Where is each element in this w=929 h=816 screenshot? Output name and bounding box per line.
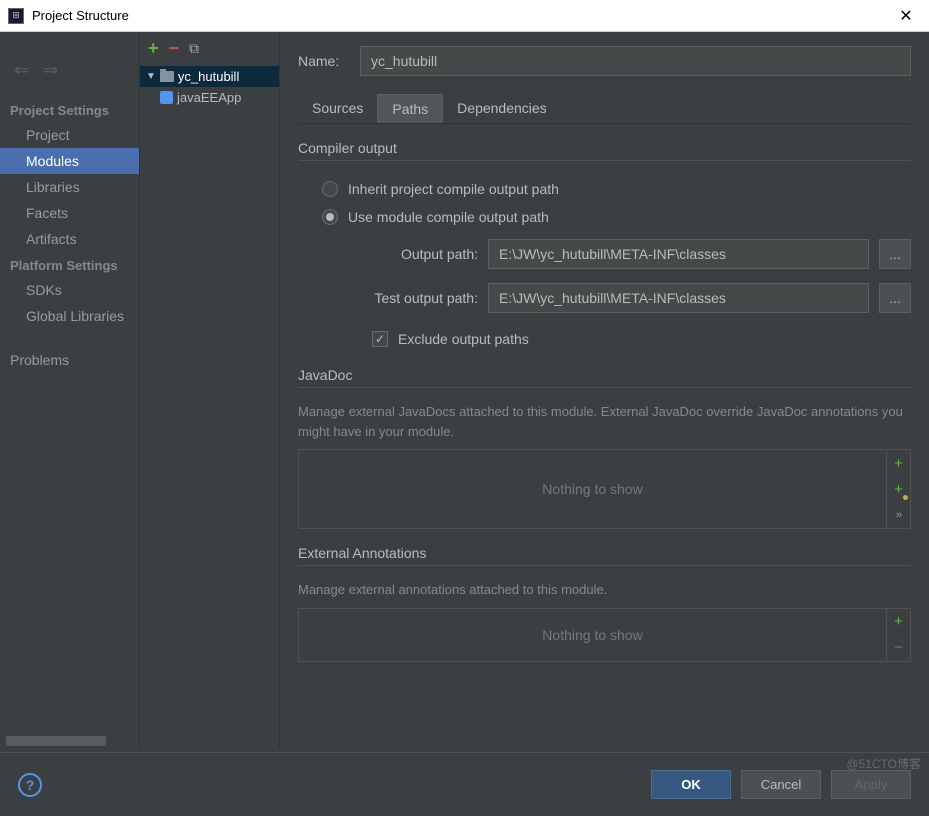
ok-button[interactable]: OK [651, 770, 731, 799]
annotations-remove-icon[interactable]: − [887, 635, 910, 661]
section-project-settings: Project Settings [0, 97, 139, 122]
window-title: Project Structure [32, 8, 891, 23]
name-label: Name: [298, 53, 346, 69]
horizontal-scrollbar[interactable] [6, 736, 106, 746]
compiler-output-header: Compiler output [298, 140, 911, 156]
annotations-add-icon[interactable]: + [887, 609, 910, 635]
javadoc-list: Nothing to show + + ›› [298, 449, 911, 529]
output-path-input[interactable] [488, 239, 869, 269]
tree-module-root[interactable]: ▼ yc_hutubill [140, 66, 279, 87]
exclude-output-label: Exclude output paths [398, 331, 529, 347]
radio-inherit[interactable] [322, 181, 338, 197]
browse-test-output-button[interactable]: ... [879, 283, 911, 313]
radio-use-module[interactable] [322, 209, 338, 225]
output-path-label: Output path: [348, 246, 478, 262]
close-icon[interactable]: ✕ [891, 6, 921, 26]
nav-back-icon[interactable]: ⇐ [14, 60, 29, 81]
annotations-header: External Annotations [298, 545, 911, 561]
nav-facets[interactable]: Facets [0, 200, 139, 226]
nav-artifacts[interactable]: Artifacts [0, 226, 139, 252]
tree-module-child[interactable]: javaEEApp [140, 87, 279, 108]
exclude-output-checkbox[interactable]: ✓ [372, 331, 388, 347]
nav-project[interactable]: Project [0, 122, 139, 148]
sidebar: ⇐ ⇒ Project Settings Project Modules Lib… [0, 32, 140, 748]
javadoc-add-icon[interactable]: + [887, 450, 910, 476]
watermark-text: @51CTO博客 [846, 755, 921, 772]
nav-forward-icon[interactable]: ⇒ [43, 60, 58, 81]
cancel-button[interactable]: Cancel [741, 770, 821, 799]
titlebar: ⊞ Project Structure ✕ [0, 0, 929, 32]
content-panel: Name: Sources Paths Dependencies Compile… [280, 32, 929, 748]
add-module-icon[interactable]: + [148, 38, 159, 59]
annotations-list: Nothing to show + − [298, 608, 911, 662]
nav-global-libraries[interactable]: Global Libraries [0, 303, 139, 329]
facet-label: javaEEApp [177, 90, 241, 105]
radio-use-module-label: Use module compile output path [348, 209, 549, 225]
nav-sdks[interactable]: SDKs [0, 277, 139, 303]
tab-dependencies[interactable]: Dependencies [443, 94, 561, 123]
browse-output-button[interactable]: ... [879, 239, 911, 269]
annotations-empty-text: Nothing to show [299, 609, 886, 661]
radio-inherit-row[interactable]: Inherit project compile output path [298, 175, 911, 203]
javadoc-header: JavaDoc [298, 367, 911, 383]
section-platform-settings: Platform Settings [0, 252, 139, 277]
remove-module-icon[interactable]: − [169, 38, 180, 59]
tab-sources[interactable]: Sources [298, 94, 377, 123]
javadoc-description: Manage external JavaDocs attached to thi… [298, 402, 911, 441]
module-name-input[interactable] [360, 46, 911, 76]
test-output-path-label: Test output path: [348, 290, 478, 306]
radio-use-module-row[interactable]: Use module compile output path [298, 203, 911, 231]
help-button[interactable]: ? [18, 773, 42, 797]
expand-arrow-icon[interactable]: ▼ [146, 71, 156, 82]
annotations-description: Manage external annotations attached to … [298, 580, 911, 600]
apply-button[interactable]: Apply [831, 770, 911, 799]
javadoc-more-icon[interactable]: ›› [887, 502, 910, 528]
app-icon: ⊞ [8, 8, 24, 24]
javadoc-empty-text: Nothing to show [299, 450, 886, 528]
dialog-footer: ? OK Cancel Apply [0, 752, 929, 816]
tab-paths[interactable]: Paths [377, 94, 443, 123]
javadoc-add-url-icon[interactable]: + [887, 476, 910, 502]
folder-icon [160, 71, 174, 82]
nav-problems[interactable]: Problems [0, 347, 139, 373]
exclude-output-row[interactable]: ✓ Exclude output paths [298, 327, 911, 351]
module-name-label: yc_hutubill [178, 69, 239, 84]
copy-module-icon[interactable]: ⧉ [189, 40, 199, 57]
radio-inherit-label: Inherit project compile output path [348, 181, 559, 197]
test-output-path-input[interactable] [488, 283, 869, 313]
nav-libraries[interactable]: Libraries [0, 174, 139, 200]
module-list-panel: + − ⧉ ▼ yc_hutubill javaEEApp [140, 32, 280, 748]
facet-icon [160, 91, 173, 104]
nav-modules[interactable]: Modules [0, 148, 139, 174]
module-tabs: Sources Paths Dependencies [298, 94, 911, 124]
